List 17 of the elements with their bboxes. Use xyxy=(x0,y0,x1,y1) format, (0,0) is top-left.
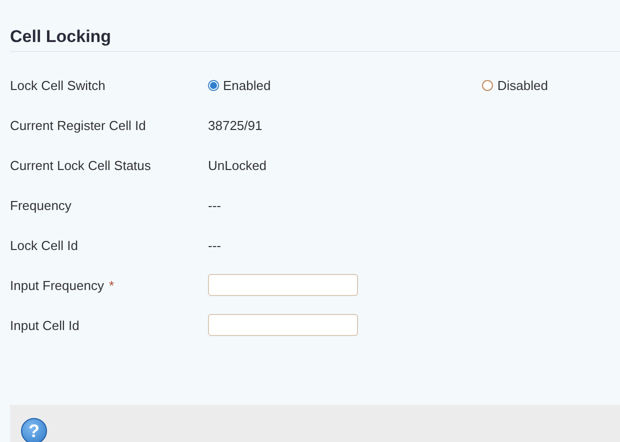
field-label: Lock Cell Id xyxy=(10,238,78,252)
field-label: Lock Cell Switch xyxy=(10,78,106,92)
field-label: Input Frequency xyxy=(10,278,104,292)
field-label: Current Register Cell Id xyxy=(10,118,146,132)
field-value: 38725/91 xyxy=(208,118,262,132)
field-label: Current Lock Cell Status xyxy=(10,158,151,172)
input-field[interactable] xyxy=(208,274,358,296)
radio-option[interactable]: Disabled xyxy=(482,78,548,92)
radio-option[interactable]: Enabled xyxy=(208,78,271,92)
field-value: --- xyxy=(208,198,221,212)
field-label: Input Cell Id xyxy=(10,318,80,332)
required-mark: * xyxy=(108,278,114,292)
section-title: Cell Locking xyxy=(10,27,620,52)
field-value: --- xyxy=(208,238,221,252)
input-field[interactable] xyxy=(208,314,358,336)
field-value: UnLocked xyxy=(208,158,267,172)
field-label: Frequency xyxy=(10,198,72,212)
